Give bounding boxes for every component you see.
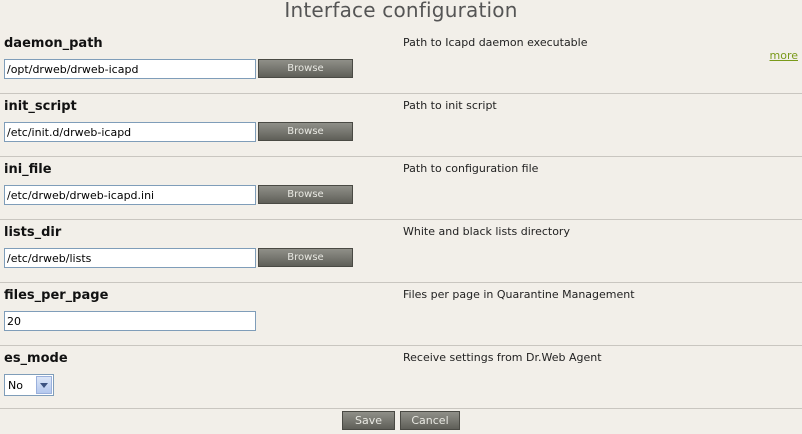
- param-name-daemon-path: daemon_path: [4, 36, 103, 51]
- ini-file-input[interactable]: [4, 185, 256, 205]
- row-lists-dir: lists_dir White and black lists director…: [0, 220, 802, 283]
- param-description-ini-file: Path to configuration file: [403, 162, 539, 175]
- lists-dir-input[interactable]: [4, 248, 256, 268]
- es-mode-selected-value: No: [8, 379, 23, 392]
- param-name-lists-dir: lists_dir: [4, 225, 62, 240]
- daemon-path-input[interactable]: [4, 59, 256, 79]
- row-files-per-page: files_per_page Files per page in Quarant…: [0, 283, 802, 346]
- more-link[interactable]: more: [770, 49, 799, 62]
- param-name-init-script: init_script: [4, 99, 77, 114]
- param-description-init-script: Path to init script: [403, 99, 497, 112]
- chevron-down-icon[interactable]: [36, 376, 52, 394]
- files-per-page-input[interactable]: [4, 311, 256, 331]
- param-description-daemon-path: Path to Icapd daemon executable: [403, 36, 588, 49]
- param-description-es-mode: Receive settings from Dr.Web Agent: [403, 351, 602, 364]
- save-button[interactable]: Save: [342, 411, 395, 430]
- lists-dir-browse-button[interactable]: Browse: [258, 248, 353, 267]
- row-ini-file: ini_file Path to configuration file Brow…: [0, 157, 802, 220]
- cancel-button[interactable]: Cancel: [400, 411, 460, 430]
- daemon-path-browse-button[interactable]: Browse: [258, 59, 353, 78]
- init-script-browse-button[interactable]: Browse: [258, 122, 353, 141]
- param-description-lists-dir: White and black lists directory: [403, 225, 570, 238]
- row-init-script: init_script Path to init script Browse: [0, 94, 802, 157]
- param-name-ini-file: ini_file: [4, 162, 52, 177]
- page-title: Interface configuration: [284, 0, 518, 22]
- param-name-files-per-page: files_per_page: [4, 288, 109, 303]
- es-mode-select[interactable]: No: [4, 374, 54, 396]
- row-es-mode: es_mode Receive settings from Dr.Web Age…: [0, 346, 802, 409]
- ini-file-browse-button[interactable]: Browse: [258, 185, 353, 204]
- param-description-files-per-page: Files per page in Quarantine Management: [403, 288, 635, 301]
- row-daemon-path: daemon_path Path to Icapd daemon executa…: [0, 31, 802, 94]
- init-script-input[interactable]: [4, 122, 256, 142]
- param-name-es-mode: es_mode: [4, 351, 68, 366]
